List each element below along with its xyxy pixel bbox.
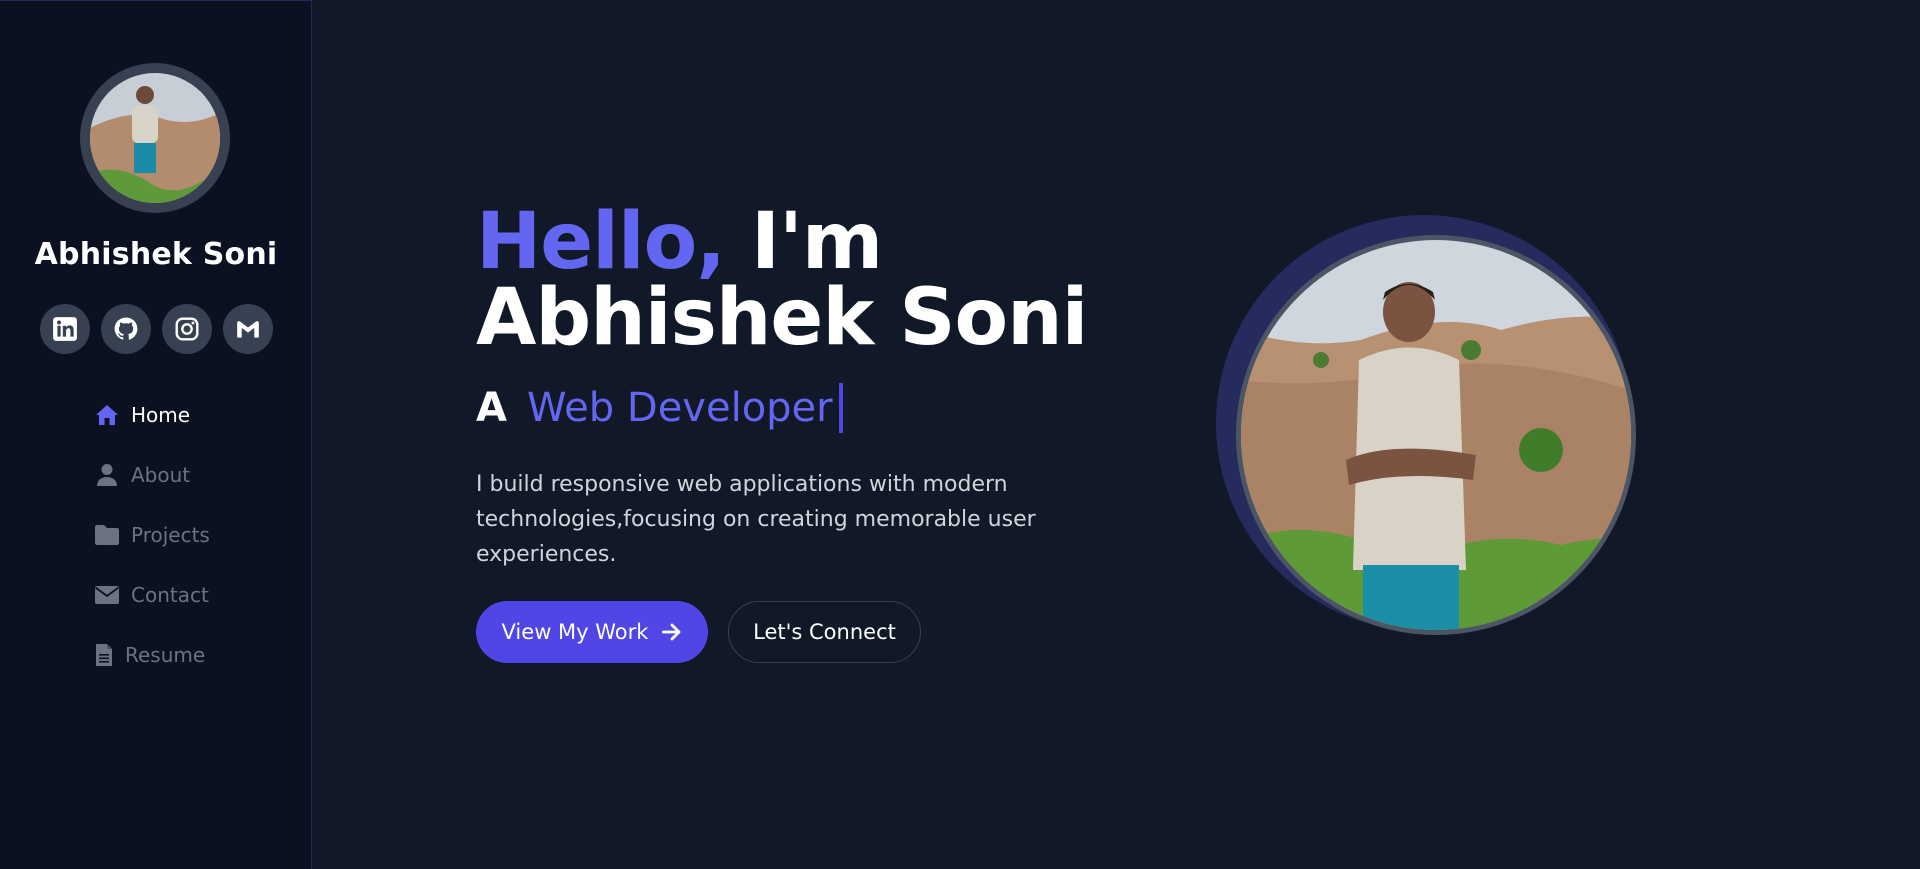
gmail-link[interactable] [223, 304, 273, 354]
sidebar-item-label: Home [131, 403, 191, 427]
sidebar-item-contact[interactable]: Contact [94, 565, 210, 625]
folder-icon [94, 522, 120, 548]
linkedin-link[interactable] [40, 304, 90, 354]
typed-role: Web Developer [526, 385, 833, 431]
lets-connect-button[interactable]: Let's Connect [728, 601, 921, 663]
sidebar-item-home[interactable]: Home [94, 385, 210, 445]
profile-photo-small [90, 73, 220, 203]
sidebar-item-resume[interactable]: Resume [94, 625, 210, 685]
sidebar-avatar [80, 63, 230, 213]
document-icon [94, 642, 114, 668]
home-icon [94, 402, 120, 428]
sidebar: Abhishek Soni Home About Projects Contac… [0, 0, 312, 869]
github-link[interactable] [101, 304, 151, 354]
portrait-frame [1236, 235, 1636, 635]
typing-caret [838, 383, 843, 433]
sidebar-nav: Home About Projects Contact Resume [94, 385, 210, 685]
sidebar-name: Abhishek Soni [34, 237, 278, 272]
instagram-link[interactable] [162, 304, 212, 354]
sidebar-item-label: Contact [131, 583, 209, 607]
linkedin-icon [53, 317, 77, 341]
view-my-work-button[interactable]: View My Work [476, 601, 708, 663]
social-links [40, 304, 273, 354]
gmail-icon [237, 321, 259, 338]
profile-photo [1241, 240, 1631, 630]
sidebar-item-label: Resume [125, 643, 206, 667]
sidebar-item-projects[interactable]: Projects [94, 505, 210, 565]
view-my-work-label: View My Work [501, 620, 649, 644]
user-icon [94, 462, 120, 488]
hero-description: I build responsive web applications with… [476, 472, 1036, 567]
github-icon [114, 317, 138, 340]
arrow-right-icon [662, 623, 681, 641]
envelope-icon [94, 582, 120, 608]
hero-name: Abhishek Soni [476, 273, 1088, 363]
hero-title: Hello, I'm Abhishek Soni [476, 203, 1088, 357]
sidebar-item-label: About [131, 463, 191, 487]
instagram-icon [175, 317, 199, 341]
sidebar-item-label: Projects [131, 523, 210, 547]
hero-tagline: A Web Developer [476, 383, 843, 433]
sidebar-item-about[interactable]: About [94, 445, 210, 505]
lets-connect-label: Let's Connect [753, 620, 896, 644]
tagline-article: A [476, 385, 507, 431]
